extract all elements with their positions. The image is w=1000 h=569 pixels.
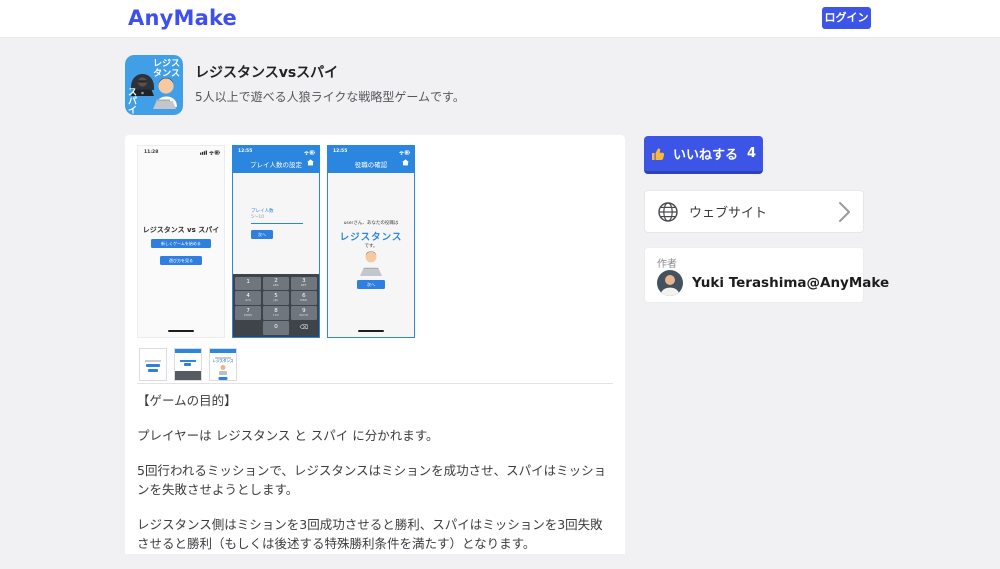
chevron-right-icon: [838, 200, 851, 224]
thumbs-up-icon: [651, 146, 666, 161]
game-icon-art: レジス タンス ス パ イ: [125, 55, 183, 115]
like-count: 4: [747, 146, 756, 161]
app-howto-button: 遊び方を見る: [160, 256, 202, 265]
thumbnail-2[interactable]: [174, 348, 202, 381]
author-label: 作者: [657, 255, 677, 270]
field-hint: 5〜10: [251, 214, 264, 220]
website-label: ウェブサイト: [689, 202, 767, 221]
status-time: 12:55: [238, 149, 252, 154]
role-intro-text: userさん、あなたの役職は: [328, 220, 414, 226]
home-indicator: [168, 330, 194, 333]
globe-icon: [657, 201, 679, 223]
status-icons: [295, 150, 315, 155]
app-title: レジスタンス vs スパイ: [138, 225, 224, 235]
keypad-key: 0: [263, 321, 289, 334]
backspace-key-icon: ⌫: [291, 321, 317, 334]
role-name: レジスタンス: [328, 229, 414, 243]
role-suffix-text: です。: [328, 243, 414, 249]
keypad-key: 4GHI: [235, 291, 261, 304]
content-divider: [137, 383, 613, 384]
game-icon: レジス タンス ス パ イ: [125, 55, 183, 115]
login-button[interactable]: ログイン: [822, 7, 871, 29]
author-row[interactable]: Yuki Terashima@AnyMake: [657, 270, 889, 296]
svg-text:イ: イ: [128, 105, 137, 115]
website-link-card[interactable]: ウェブサイト: [644, 190, 864, 233]
svg-text:タンス: タンス: [153, 67, 180, 79]
like-label: いいねする: [673, 144, 738, 163]
top-bar: AnyMake ログイン: [0, 0, 1000, 38]
keypad-key: 2ABC: [263, 277, 289, 290]
home-icon: [402, 159, 409, 166]
keypad-key: 7PQRS: [235, 306, 261, 319]
avatar: [657, 270, 683, 296]
author-name: Yuki Terashima@AnyMake: [692, 275, 889, 291]
status-icons: [200, 150, 220, 155]
keypad-key: 3DEF: [291, 277, 317, 290]
author-card: 作者 Yuki Terashima@AnyMake: [644, 247, 864, 303]
home-icon: [307, 159, 314, 166]
anymake-logo[interactable]: AnyMake: [128, 6, 237, 30]
description-paragraph: レジスタンス側はミションを3回成功させると勝利、スパイはミッションを3回失敗させ…: [137, 515, 615, 553]
home-indicator: [358, 330, 384, 333]
keypad-key: 5JKL: [263, 291, 289, 304]
keypad-key: 1: [235, 277, 261, 290]
like-button[interactable]: いいねする 4: [644, 136, 763, 174]
screenshot-1[interactable]: 11:28 レジスタンス vs スパイ 新しくゲームを始める 遊び方を見る: [137, 145, 225, 338]
screenshot-2[interactable]: 12:55 プレイ人数の設定 プレイ人数 5〜10 次へ 1 2ABC 3DEF…: [232, 145, 320, 338]
app-next-button: 次へ: [251, 230, 273, 239]
main-content-card: 11:28 レジスタンス vs スパイ 新しくゲームを始める 遊び方を見る 12…: [125, 135, 625, 554]
number-keypad: 1 2ABC 3DEF 4GHI 5JKL 6MNO 7PQRS 8TUV 9W…: [233, 274, 319, 337]
status-time: 12:55: [333, 149, 347, 154]
status-icons: [390, 150, 410, 155]
app-header: 12:55 役職の確認: [328, 146, 414, 173]
field-underline: [251, 223, 303, 224]
person-laptop-illustration: [354, 250, 388, 276]
thumbnail-1[interactable]: [139, 348, 167, 381]
keypad-key: 6MNO: [291, 291, 317, 304]
description-paragraph: プレイヤーは レジスタンス と スパイ に分かれます。: [137, 426, 615, 445]
page-subtitle: 5人以上で遊べる人狼ライクな戦略型ゲームです。: [195, 88, 465, 105]
app-header: 12:55 プレイ人数の設定: [233, 146, 319, 173]
game-description: 【ゲームの目的】 プレイヤーは レジスタンス と スパイ に分かれます。 5回行…: [137, 391, 615, 569]
keypad-key: 8TUV: [263, 306, 289, 319]
keypad-key: 9WXYZ: [291, 306, 317, 319]
status-time: 11:28: [144, 150, 158, 155]
thumbnail-3[interactable]: レジスタンス: [209, 348, 237, 381]
page-title: レジスタンスvsスパイ: [195, 62, 338, 82]
keypad-blank: [235, 321, 261, 334]
svg-text:レジス: レジス: [153, 58, 180, 69]
description-heading: 【ゲームの目的】: [137, 391, 615, 410]
app-next-button: 次へ: [357, 280, 385, 289]
description-paragraph: 5回行われるミッションで、レジスタンスはミションを成功させ、スパイはミッションを…: [137, 461, 615, 499]
app-start-button: 新しくゲームを始める: [151, 239, 211, 248]
screenshot-3[interactable]: 12:55 役職の確認 userさん、あなたの役職は レジスタンス です。 次へ: [327, 145, 415, 338]
